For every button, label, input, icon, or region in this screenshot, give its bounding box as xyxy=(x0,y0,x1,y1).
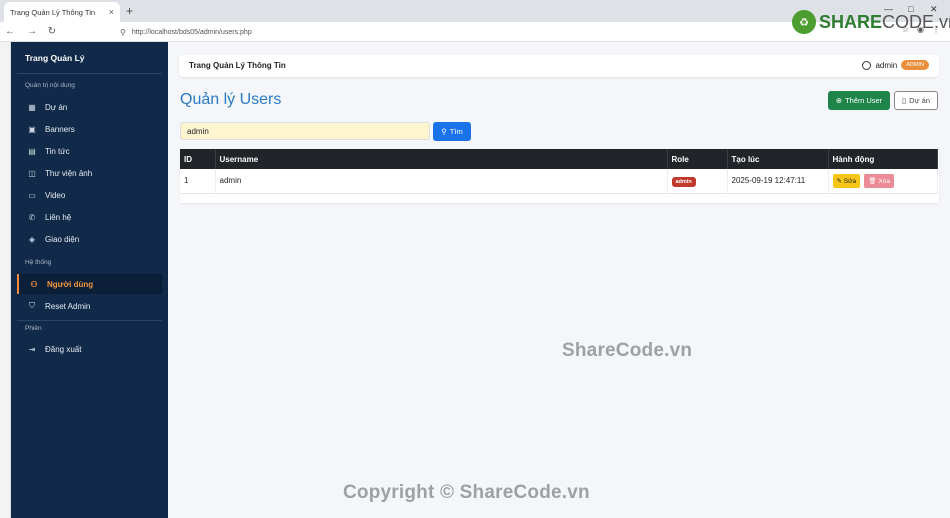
logo-text: SHARECODE.vn xyxy=(819,12,950,33)
table-row: 1 admin admin 2025-09-19 12:47:11 ✎ Sửa … xyxy=(180,169,938,194)
search-button[interactable]: ⚲ Tìm xyxy=(433,122,471,141)
delete-button[interactable]: 🗑 Xóa xyxy=(864,173,894,188)
logo-code: CODE xyxy=(882,11,935,32)
center-watermark: ShareCode.vn xyxy=(562,340,693,361)
sidebar-item-projects[interactable]: ▦ Dự án xyxy=(17,97,162,117)
column-header-created: Tạo lúc xyxy=(727,149,829,169)
sidebar-item-theme[interactable]: ◈ Giao diện xyxy=(17,229,162,249)
edit-button[interactable]: ✎ Sửa xyxy=(832,173,861,188)
back-icon[interactable]: ← xyxy=(2,26,18,37)
cell-username: admin xyxy=(215,169,668,194)
search-icon: ⚲ xyxy=(441,127,447,136)
phone-icon: ✆ xyxy=(28,212,36,222)
divider xyxy=(17,320,162,321)
sharecode-logo: ♻ SHARECODE.vn xyxy=(792,10,950,34)
role-badge: ADMIN xyxy=(901,60,929,70)
shield-icon: ⛉ xyxy=(29,301,35,310)
new-tab-icon[interactable]: + xyxy=(126,4,133,18)
delete-label: Xóa xyxy=(878,177,890,185)
sidebar-item-video[interactable]: ▭ Video xyxy=(17,185,162,205)
recycle-icon: ♻ xyxy=(792,10,816,34)
search-label: Tìm xyxy=(449,127,463,136)
cell-role: admin xyxy=(667,169,728,194)
copyright-watermark: Copyright © ShareCode.vn xyxy=(343,482,590,503)
topbar: Trang Quản Lý Thông Tin admin ADMIN xyxy=(179,55,939,77)
logo-share: SHARE xyxy=(819,11,883,32)
sidebar-brand[interactable]: Trang Quản Lý xyxy=(25,53,85,63)
column-header-username: Username xyxy=(215,149,668,169)
logout-icon: ⇥ xyxy=(28,344,36,354)
sidebar-item-label: Tin tức xyxy=(45,146,70,156)
divider xyxy=(17,73,162,74)
cell-actions: ✎ Sửa 🗑 Xóa xyxy=(828,169,938,194)
projects-button[interactable]: ▯ Dự án xyxy=(894,91,938,110)
cell-id: 1 xyxy=(180,169,216,194)
tab-title: Trang Quản Lý Thông Tin xyxy=(10,7,96,17)
cell-created: 2025-09-19 12:47:11 xyxy=(727,169,829,194)
sidebar-item-label: Thư viện ảnh xyxy=(45,168,93,178)
table-header-row: ID Username Role Tạo lúc Hành động xyxy=(180,149,938,169)
newspaper-icon: ▤ xyxy=(28,146,36,156)
sidebar-item-banners[interactable]: ▣ Banners xyxy=(17,119,162,139)
logo-vn: .vn xyxy=(934,11,950,32)
section-label-content: Quản trị nội dung xyxy=(25,82,75,89)
section-label-system: Hệ thống xyxy=(25,259,52,266)
username: admin xyxy=(875,60,898,70)
plus-circle-icon: ⊕ xyxy=(835,96,843,105)
sidebar-item-logout[interactable]: ⇥ Đăng xuất xyxy=(17,339,162,359)
sidebar-item-label: Video xyxy=(45,190,66,200)
add-user-button[interactable]: ⊕ Thêm User xyxy=(828,91,890,110)
users-icon: ⚇ xyxy=(30,279,38,289)
sidebar-item-reset-admin[interactable]: ⛉ Reset Admin xyxy=(17,296,162,316)
search-input[interactable] xyxy=(180,122,430,140)
sidebar: Trang Quản Lý Quản trị nội dung ▦ Dự án … xyxy=(11,42,168,518)
main-content: Trang Quản Lý Thông Tin admin ADMIN Quản… xyxy=(168,42,950,518)
building-icon: ▦ xyxy=(28,102,36,112)
sidebar-item-label: Reset Admin xyxy=(45,301,91,311)
palette-icon: ◈ xyxy=(28,234,36,244)
user-circle-icon xyxy=(862,60,872,70)
users-table-container: ID Username Role Tạo lúc Hành động 1 adm… xyxy=(180,149,939,203)
building-icon: ▯ xyxy=(901,96,907,105)
topbar-title: Trang Quản Lý Thông Tin xyxy=(189,61,286,70)
sidebar-item-label: Đăng xuất xyxy=(45,344,82,354)
add-user-label: Thêm User xyxy=(845,96,883,105)
gallery-icon: ◫ xyxy=(28,168,36,178)
tab-close-icon[interactable]: × xyxy=(109,7,114,17)
sidebar-item-label: Giao diện xyxy=(45,234,80,244)
role-badge: admin xyxy=(671,177,696,188)
sidebar-item-label: Banners xyxy=(45,124,75,134)
section-label-session: Phiên xyxy=(25,325,42,332)
site-info-icon[interactable]: ⚲ xyxy=(120,28,126,37)
projects-label: Dự án xyxy=(909,96,930,105)
url-text: http://localhost/bds05/admin/users.php xyxy=(131,28,252,36)
sidebar-item-contact[interactable]: ✆ Liên hệ xyxy=(17,207,162,227)
users-table: ID Username Role Tạo lúc Hành động 1 adm… xyxy=(180,149,938,194)
sidebar-item-label: Người dùng xyxy=(47,279,94,289)
column-header-role: Role xyxy=(667,149,728,169)
video-icon: ▭ xyxy=(28,190,36,200)
browser-tab[interactable]: Trang Quản Lý Thông Tin × xyxy=(4,2,120,22)
column-header-id: ID xyxy=(180,149,216,169)
image-icon: ▣ xyxy=(28,124,36,134)
trash-icon: 🗑 xyxy=(868,177,877,185)
column-header-actions: Hành động xyxy=(828,149,938,169)
reload-icon[interactable]: ↻ xyxy=(44,26,60,37)
edit-icon: ✎ xyxy=(836,177,842,185)
sidebar-item-label: Dự án xyxy=(45,102,68,112)
sidebar-item-gallery[interactable]: ◫ Thư viện ảnh xyxy=(17,163,162,183)
edit-label: Sửa xyxy=(843,177,857,185)
user-menu[interactable]: admin ADMIN xyxy=(862,60,929,70)
forward-icon[interactable]: → xyxy=(24,26,40,37)
sidebar-item-users[interactable]: ⚇ Người dùng xyxy=(17,274,162,294)
browser-side-strip xyxy=(0,42,11,518)
sidebar-item-news[interactable]: ▤ Tin tức xyxy=(17,141,162,161)
sidebar-item-label: Liên hệ xyxy=(45,212,72,222)
page-title: Quản lý Users xyxy=(180,91,282,108)
url-field[interactable]: ⚲ http://localhost/bds05/admin/users.php xyxy=(120,24,760,40)
